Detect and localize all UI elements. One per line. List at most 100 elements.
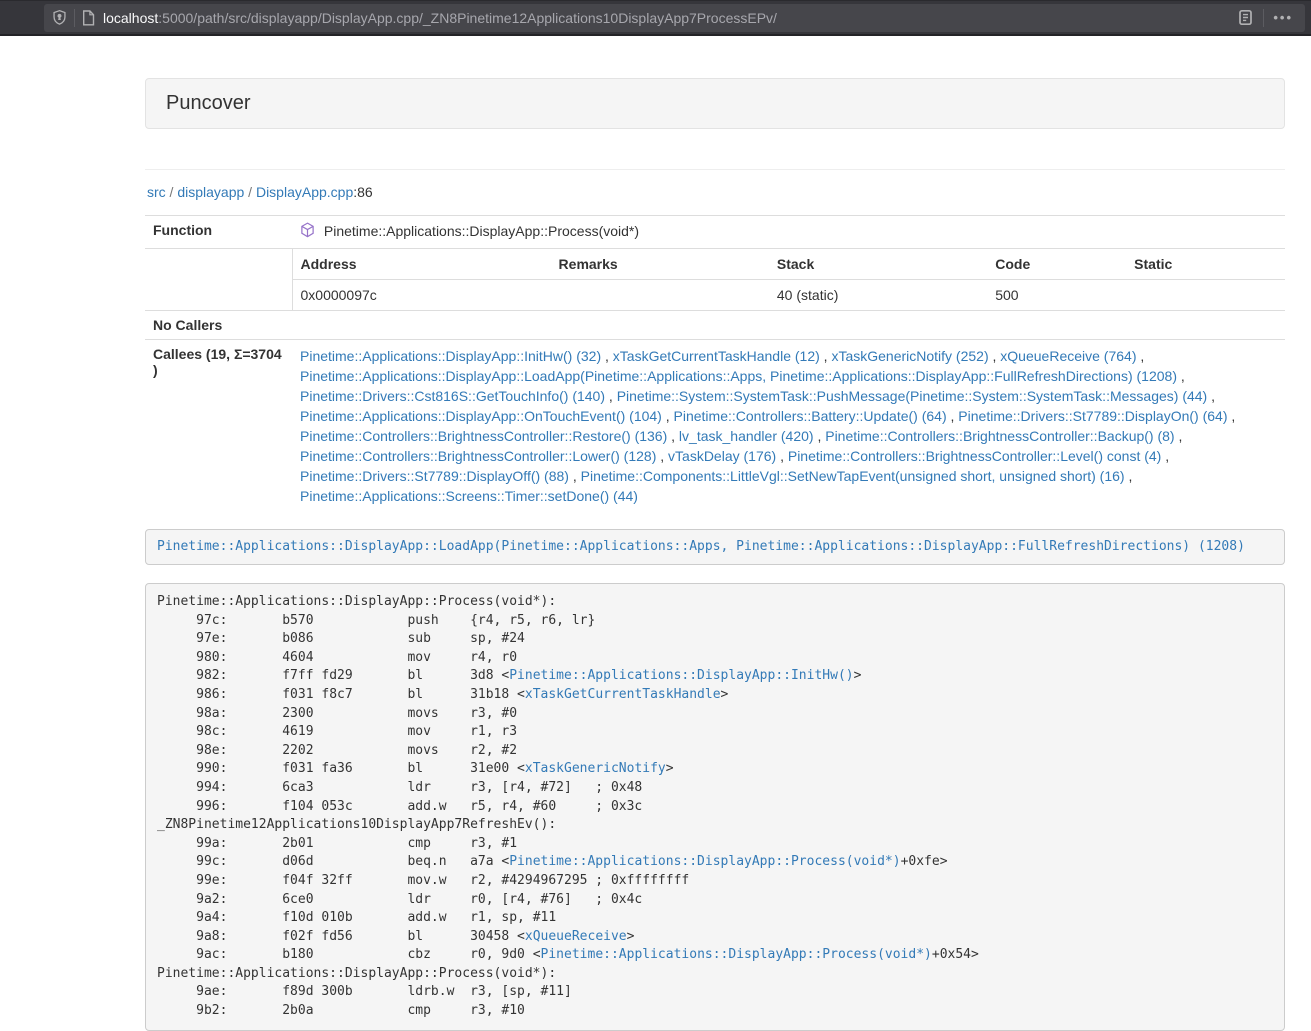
function-label: Function <box>145 216 292 249</box>
inner-column-header: Address <box>293 249 551 280</box>
metrics-row: AddressRemarksStackCodeStatic 0x0000097c… <box>145 249 1285 311</box>
disassembly-code: Pinetime::Applications::DisplayApp::Proc… <box>145 583 1285 1031</box>
breadcrumb-separator: / <box>244 184 256 200</box>
url-path: :5000/path/src/displayapp/DisplayApp.cpp… <box>158 10 777 26</box>
url-host: localhost <box>103 10 158 26</box>
asm-line: 9a4: f10d 010b add.w r1, sp, #11 <box>157 909 1273 928</box>
no-callers-value <box>292 311 1285 340</box>
callee-link[interactable]: lv_task_handler (420) <box>679 428 814 444</box>
callee-link[interactable]: Pinetime::Applications::DisplayApp::OnTo… <box>300 408 662 424</box>
highlighted-symbol-box: Pinetime::Applications::DisplayApp::Load… <box>145 529 1285 565</box>
highlighted-symbol-link[interactable]: Pinetime::Applications::DisplayApp::Load… <box>157 539 1245 554</box>
more-options-icon[interactable]: ••• <box>1273 10 1293 25</box>
function-name: Pinetime::Applications::DisplayApp::Proc… <box>324 223 639 239</box>
callee-link[interactable]: Pinetime::Applications::DisplayApp::Load… <box>300 368 1177 384</box>
function-table: Function Pinetime::Applications::Display… <box>145 215 1285 512</box>
metrics-table: AddressRemarksStackCodeStatic 0x0000097c… <box>293 249 1286 310</box>
callee-link[interactable]: vTaskDelay (176) <box>668 448 776 464</box>
asm-line: 99a: 2b01 cmp r3, #1 <box>157 835 1273 854</box>
content-container: Puncover src / displayapp / DisplayApp.c… <box>145 78 1285 1031</box>
asm-line: 99e: f04f 32ff mov.w r2, #4294967295 ; 0… <box>157 872 1273 891</box>
inner-cell: 0x0000097c <box>293 280 551 311</box>
asm-line: 98e: 2202 movs r2, #2 <box>157 742 1273 761</box>
inner-table-data-row: 0x0000097c 40 (static)500 <box>293 280 1286 311</box>
callee-link[interactable]: xTaskGenericNotify (252) <box>831 348 988 364</box>
callees-label: Callees (19, Σ=3704 ) <box>145 340 292 513</box>
callee-link[interactable]: Pinetime::Drivers::St7789::DisplayOn() (… <box>958 408 1227 424</box>
code-symbol-link[interactable]: Pinetime::Applications::DisplayApp::Proc… <box>541 947 932 962</box>
code-symbol-link[interactable]: xQueueReceive <box>525 929 627 944</box>
symbol-cube-icon <box>300 225 319 241</box>
asm-line: 996: f104 053c add.w r5, r4, #60 ; 0x3c <box>157 798 1273 817</box>
callees-list: Pinetime::Applications::DisplayApp::Init… <box>292 340 1285 513</box>
shield-icon[interactable] <box>52 9 67 26</box>
callee-link[interactable]: Pinetime::Applications::DisplayApp::Init… <box>300 348 601 364</box>
breadcrumb-link-file[interactable]: DisplayApp.cpp <box>256 184 353 200</box>
inner-cell: 500 <box>987 280 1126 311</box>
asm-line: 9a8: f02f fd56 bl 30458 <xQueueReceive> <box>157 928 1273 947</box>
inner-column-header: Remarks <box>551 249 769 280</box>
inner-cell: 40 (static) <box>769 280 987 311</box>
code-symbol-link[interactable]: Pinetime::Applications::DisplayApp::Proc… <box>509 854 900 869</box>
url-text[interactable]: localhost:5000/path/src/displayapp/Displ… <box>103 10 1237 26</box>
callee-link[interactable]: Pinetime::Controllers::BrightnessControl… <box>788 448 1161 464</box>
asm-line: 97c: b570 push {r4, r5, r6, lr} <box>157 612 1273 631</box>
browser-toolbar: localhost:5000/path/src/displayapp/Displ… <box>0 0 1311 36</box>
divider-rule <box>145 169 1285 170</box>
callee-link[interactable]: Pinetime::Drivers::Cst816S::GetTouchInfo… <box>300 388 605 404</box>
asm-line: 9a2: 6ce0 ldr r0, [r4, #76] ; 0x4c <box>157 891 1273 910</box>
asm-line: 99c: d06d beq.n a7a <Pinetime::Applicati… <box>157 853 1273 872</box>
asm-line: Pinetime::Applications::DisplayApp::Proc… <box>157 593 1273 612</box>
asm-line: 982: f7ff fd29 bl 3d8 <Pinetime::Applica… <box>157 667 1273 686</box>
asm-line: 990: f031 fa36 bl 31e00 <xTaskGenericNot… <box>157 760 1273 779</box>
asm-line: 994: 6ca3 ldr r3, [r4, #72] ; 0x48 <box>157 779 1273 798</box>
asm-line: 9b2: 2b0a cmp r3, #10 <box>157 1002 1273 1021</box>
urlbar-divider-right <box>1263 9 1264 27</box>
breadcrumb-line-number: :86 <box>353 184 372 200</box>
code-symbol-link[interactable]: xTaskGetCurrentTaskHandle <box>525 687 721 702</box>
urlbar-divider <box>74 9 75 27</box>
asm-line: 9ac: b180 cbz r0, 9d0 <Pinetime::Applica… <box>157 946 1273 965</box>
page-icon <box>82 10 95 26</box>
no-callers-row: No Callers <box>145 311 1285 340</box>
asm-line: Pinetime::Applications::DisplayApp::Proc… <box>157 965 1273 984</box>
breadcrumb-separator: / <box>166 184 178 200</box>
callee-link[interactable]: Pinetime::Controllers::BrightnessControl… <box>825 428 1174 444</box>
code-symbol-link[interactable]: Pinetime::Applications::DisplayApp::Init… <box>509 668 853 683</box>
asm-line: _ZN8Pinetime12Applications10DisplayApp7R… <box>157 816 1273 835</box>
asm-line: 9ae: f89d 300b ldrb.w r3, [sp, #11] <box>157 983 1273 1002</box>
callee-link[interactable]: Pinetime::Controllers::Battery::Update()… <box>674 408 947 424</box>
asm-line: 986: f031 f8c7 bl 31b18 <xTaskGetCurrent… <box>157 686 1273 705</box>
asm-line: 980: 4604 mov r4, r0 <box>157 649 1273 668</box>
app-header-panel: Puncover <box>145 78 1285 129</box>
page-title: Puncover <box>166 92 251 114</box>
breadcrumb: src / displayapp / DisplayApp.cpp:86 <box>147 182 1285 202</box>
callee-link[interactable]: Pinetime::Applications::Screens::Timer::… <box>300 488 638 504</box>
url-bar[interactable]: localhost:5000/path/src/displayapp/Displ… <box>44 4 1305 32</box>
breadcrumb-link-src[interactable]: src <box>147 184 166 200</box>
inner-column-header: Static <box>1126 249 1285 280</box>
function-name-cell: Pinetime::Applications::DisplayApp::Proc… <box>292 216 1285 249</box>
no-callers-label: No Callers <box>145 311 292 340</box>
reader-view-icon[interactable] <box>1237 9 1254 26</box>
metrics-table-cell: AddressRemarksStackCodeStatic 0x0000097c… <box>292 249 1285 311</box>
callee-link[interactable]: xQueueReceive (764) <box>1000 348 1136 364</box>
callee-link[interactable]: Pinetime::Controllers::BrightnessControl… <box>300 448 656 464</box>
asm-line: 98a: 2300 movs r3, #0 <box>157 705 1273 724</box>
asm-line: 98c: 4619 mov r1, r3 <box>157 723 1273 742</box>
metrics-row-label <box>145 249 292 311</box>
function-row: Function Pinetime::Applications::Display… <box>145 216 1285 249</box>
callee-link[interactable]: xTaskGetCurrentTaskHandle (12) <box>613 348 820 364</box>
callee-link[interactable]: Pinetime::Drivers::St7789::DisplayOff() … <box>300 468 569 484</box>
callee-link[interactable]: Pinetime::System::SystemTask::PushMessag… <box>617 388 1208 404</box>
inner-column-header: Code <box>987 249 1126 280</box>
inner-column-header: Stack <box>769 249 987 280</box>
breadcrumb-link-displayapp[interactable]: displayapp <box>177 184 244 200</box>
inner-cell <box>1126 280 1285 311</box>
inner-table-header-row: AddressRemarksStackCodeStatic <box>293 249 1286 280</box>
code-symbol-link[interactable]: xTaskGenericNotify <box>525 761 666 776</box>
callee-link[interactable]: Pinetime::Controllers::BrightnessControl… <box>300 428 667 444</box>
callees-row: Callees (19, Σ=3704 ) Pinetime::Applicat… <box>145 340 1285 513</box>
callee-link[interactable]: Pinetime::Components::LittleVgl::SetNewT… <box>581 468 1125 484</box>
inner-cell <box>551 280 769 311</box>
